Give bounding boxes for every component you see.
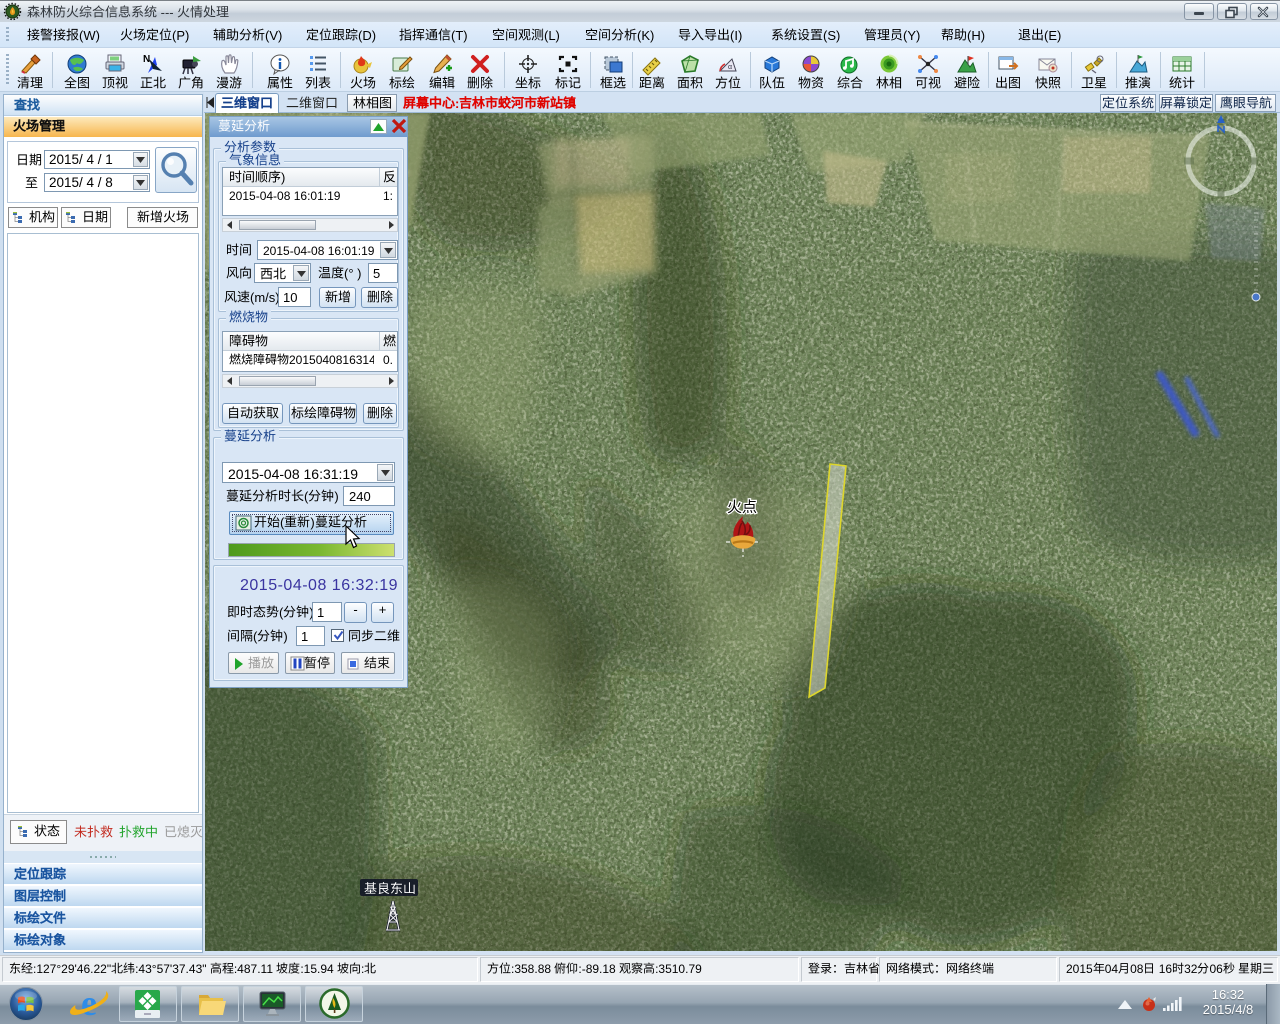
svg-text:α: α <box>728 64 732 71</box>
svg-text:N: N <box>143 54 150 65</box>
